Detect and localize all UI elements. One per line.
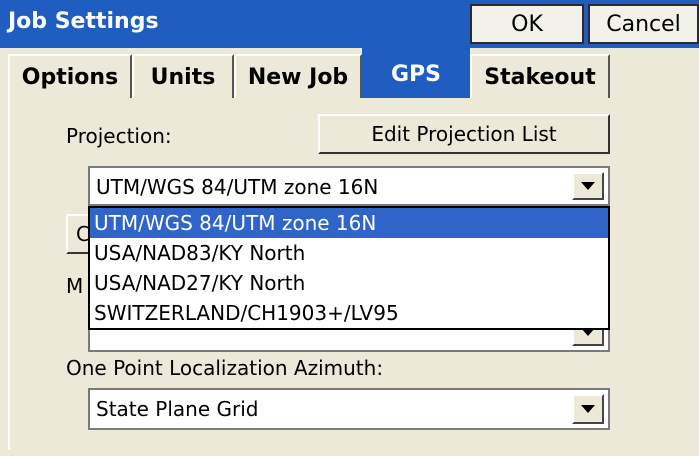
hidden-label: M xyxy=(66,274,84,298)
window-title: Job Settings xyxy=(8,9,159,34)
azimuth-select-value: State Plane Grid xyxy=(96,397,259,421)
title-bar: Job Settings OK Cancel xyxy=(0,0,699,48)
tab-units[interactable]: Units xyxy=(132,54,234,98)
tab-gps[interactable]: GPS xyxy=(362,48,470,98)
projection-dropdown-arrow[interactable] xyxy=(572,172,604,200)
projection-label: Projection: xyxy=(66,124,172,148)
azimuth-dropdown-arrow[interactable] xyxy=(572,394,604,424)
cancel-button[interactable]: Cancel xyxy=(588,4,699,44)
projection-option[interactable]: SWITZERLAND/CH1903+/LV95 xyxy=(90,298,608,328)
tab-options[interactable]: Options xyxy=(8,54,132,98)
projection-option[interactable]: USA/NAD83/KY North xyxy=(90,238,608,268)
projection-option[interactable]: USA/NAD27/KY North xyxy=(90,268,608,298)
projection-option[interactable]: UTM/WGS 84/UTM zone 16N xyxy=(90,208,608,238)
azimuth-select[interactable]: State Plane Grid xyxy=(88,388,610,430)
job-settings-window: Job Settings OK Cancel Options Units New… xyxy=(0,0,699,456)
tab-bar: Options Units New Job GPS Stakeout xyxy=(0,48,699,98)
chevron-down-icon xyxy=(581,182,595,190)
tab-stakeout[interactable]: Stakeout xyxy=(470,54,610,98)
ok-button[interactable]: OK xyxy=(470,4,584,44)
projection-dropdown-list: UTM/WGS 84/UTM zone 16N USA/NAD83/KY Nor… xyxy=(88,206,610,330)
tab-new-job[interactable]: New Job xyxy=(234,54,362,98)
edit-projection-list-button[interactable]: Edit Projection List xyxy=(318,114,610,154)
projection-select-value: UTM/WGS 84/UTM zone 16N xyxy=(96,175,379,199)
chevron-down-icon xyxy=(581,405,595,413)
azimuth-label: One Point Localization Azimuth: xyxy=(66,356,384,380)
projection-select[interactable]: UTM/WGS 84/UTM zone 16N xyxy=(88,166,610,206)
